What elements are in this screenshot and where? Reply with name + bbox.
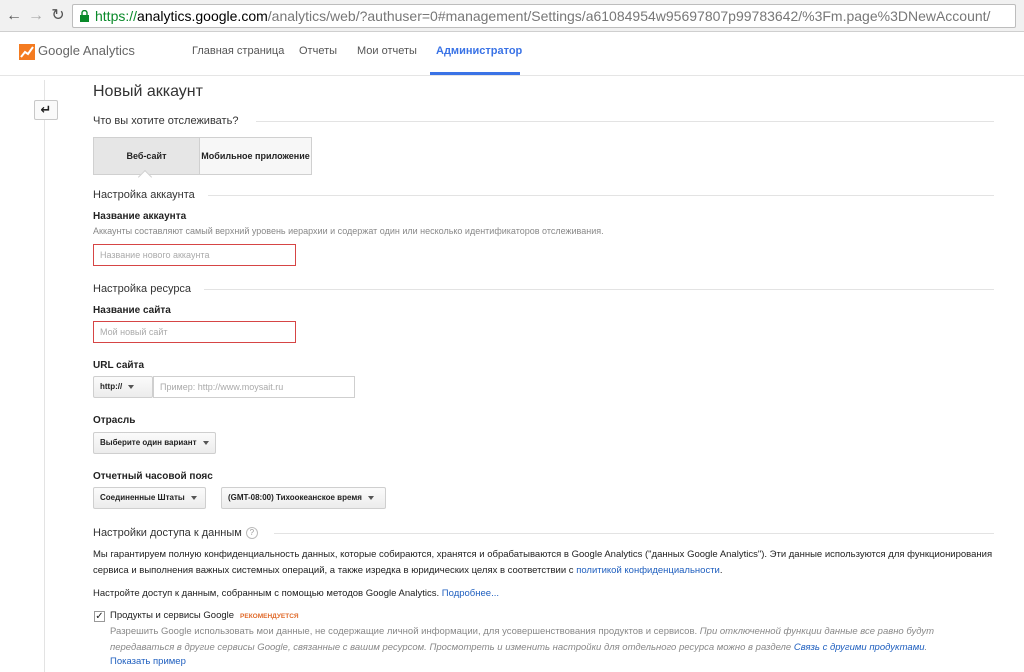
divider xyxy=(204,289,994,290)
country-value: Соединенные Штаты xyxy=(100,493,185,502)
section-data-sharing: Настройки доступа к данным? xyxy=(93,527,258,540)
forward-arrow-icon[interactable]: → xyxy=(26,6,46,26)
browser-toolbar: ← → ↻ https://analytics.google.com/analy… xyxy=(0,0,1024,32)
timezone-dropdown[interactable]: (GMT-08:00) Тихоокеанское время xyxy=(221,487,386,509)
google-analytics-logo-icon xyxy=(19,44,35,60)
chevron-down-icon xyxy=(128,384,135,389)
app-name: Google Analytics xyxy=(38,43,135,58)
google-products-checkbox[interactable]: ✓ xyxy=(94,611,105,622)
google-products-label[interactable]: Продукты и сервисы Google xyxy=(110,610,234,621)
privacy-policy-link[interactable]: политикой конфиденциальности xyxy=(576,565,720,576)
product-desc: Разрешить Google использовать мои данные… xyxy=(110,626,700,637)
timezone-value: (GMT-08:00) Тихоокеанское время xyxy=(228,493,362,502)
left-rail xyxy=(44,80,45,672)
account-name-label: Название аккаунта xyxy=(93,211,187,222)
help-icon[interactable]: ? xyxy=(245,527,258,540)
lock-icon xyxy=(80,10,89,22)
section-account-settings: Настройка аккаунта xyxy=(93,189,195,201)
tab-reports[interactable]: Отчеты xyxy=(299,45,337,57)
chevron-down-icon xyxy=(367,495,374,500)
tab-admin[interactable]: Администратор xyxy=(436,45,522,57)
divider xyxy=(208,195,994,196)
privacy-text-end: . xyxy=(719,565,723,576)
protocol-value: http:// xyxy=(100,382,123,391)
google-products-row: Продукты и сервисы Google РЕКОМЕНДУЕТСЯ xyxy=(110,608,299,625)
site-url-input[interactable]: Пример: http://www.moysait.ru xyxy=(153,376,355,398)
back-button[interactable]: ↵ xyxy=(34,100,58,120)
product-linking-link[interactable]: Связь с другими продуктами xyxy=(794,642,925,653)
url-host: analytics.google.com xyxy=(137,8,268,24)
tab-home[interactable]: Главная страница xyxy=(192,45,284,57)
url-path: /analytics/web/?authuser=0#management/Se… xyxy=(267,8,991,24)
chevron-down-icon xyxy=(190,495,197,500)
industry-label: Отрасль xyxy=(93,415,136,426)
back-arrow-icon: ↵ xyxy=(40,102,52,117)
configure-paragraph: Настройте доступ к данным, собранным с п… xyxy=(93,586,993,602)
active-tab-indicator xyxy=(430,72,520,75)
divider xyxy=(256,121,994,122)
site-name-label: Название сайта xyxy=(93,305,171,316)
privacy-paragraph: Мы гарантируем полную конфиденциальность… xyxy=(93,547,993,579)
app-header: Google Analytics Главная страница Отчеты… xyxy=(0,32,1024,76)
option-website[interactable]: Веб-сайт xyxy=(93,137,200,175)
back-arrow-icon[interactable]: ← xyxy=(4,6,24,26)
learn-more-link[interactable]: Подробнее... xyxy=(442,588,499,599)
reload-icon[interactable]: ↻ xyxy=(48,6,68,26)
chevron-down-icon xyxy=(202,440,209,445)
country-dropdown[interactable]: Соединенные Штаты xyxy=(93,487,206,509)
account-name-hint: Аккаунты составляют самый верхний уровен… xyxy=(93,226,604,236)
show-example-link[interactable]: Показать пример xyxy=(110,656,186,667)
configure-text: Настройте доступ к данным, собранным с п… xyxy=(93,588,442,599)
site-url-label: URL сайта xyxy=(93,360,145,371)
divider xyxy=(274,533,994,534)
show-example-text: Показать пример xyxy=(110,656,186,667)
option-mobile-app[interactable]: Мобильное приложение xyxy=(199,137,312,175)
recommended-badge: РЕКОМЕНДУЕТСЯ xyxy=(240,613,299,620)
account-name-input[interactable]: Название нового аккаунта xyxy=(93,244,296,266)
timezone-label: Отчетный часовой пояс xyxy=(93,471,213,482)
tab-my-reports[interactable]: Мои отчеты xyxy=(357,45,417,57)
page-title: Новый аккаунт xyxy=(93,83,203,100)
protocol-dropdown[interactable]: http:// xyxy=(93,376,153,398)
industry-dropdown[interactable]: Выберите один вариант xyxy=(93,432,216,454)
privacy-text: Мы гарантируем полную конфиденциальность… xyxy=(93,549,993,576)
section-property-settings: Настройка ресурса xyxy=(93,283,192,295)
url-scheme: https:// xyxy=(95,8,138,24)
address-bar[interactable]: https://analytics.google.com/analytics/w… xyxy=(72,4,1016,28)
site-name-input[interactable]: Мой новый сайт xyxy=(93,321,296,343)
industry-value: Выберите один вариант xyxy=(100,438,197,447)
google-products-description: Разрешить Google использовать мои данные… xyxy=(110,626,935,653)
track-question: Что вы хотите отслеживать? xyxy=(93,115,239,127)
data-sharing-title: Настройки доступа к данным xyxy=(93,527,242,539)
